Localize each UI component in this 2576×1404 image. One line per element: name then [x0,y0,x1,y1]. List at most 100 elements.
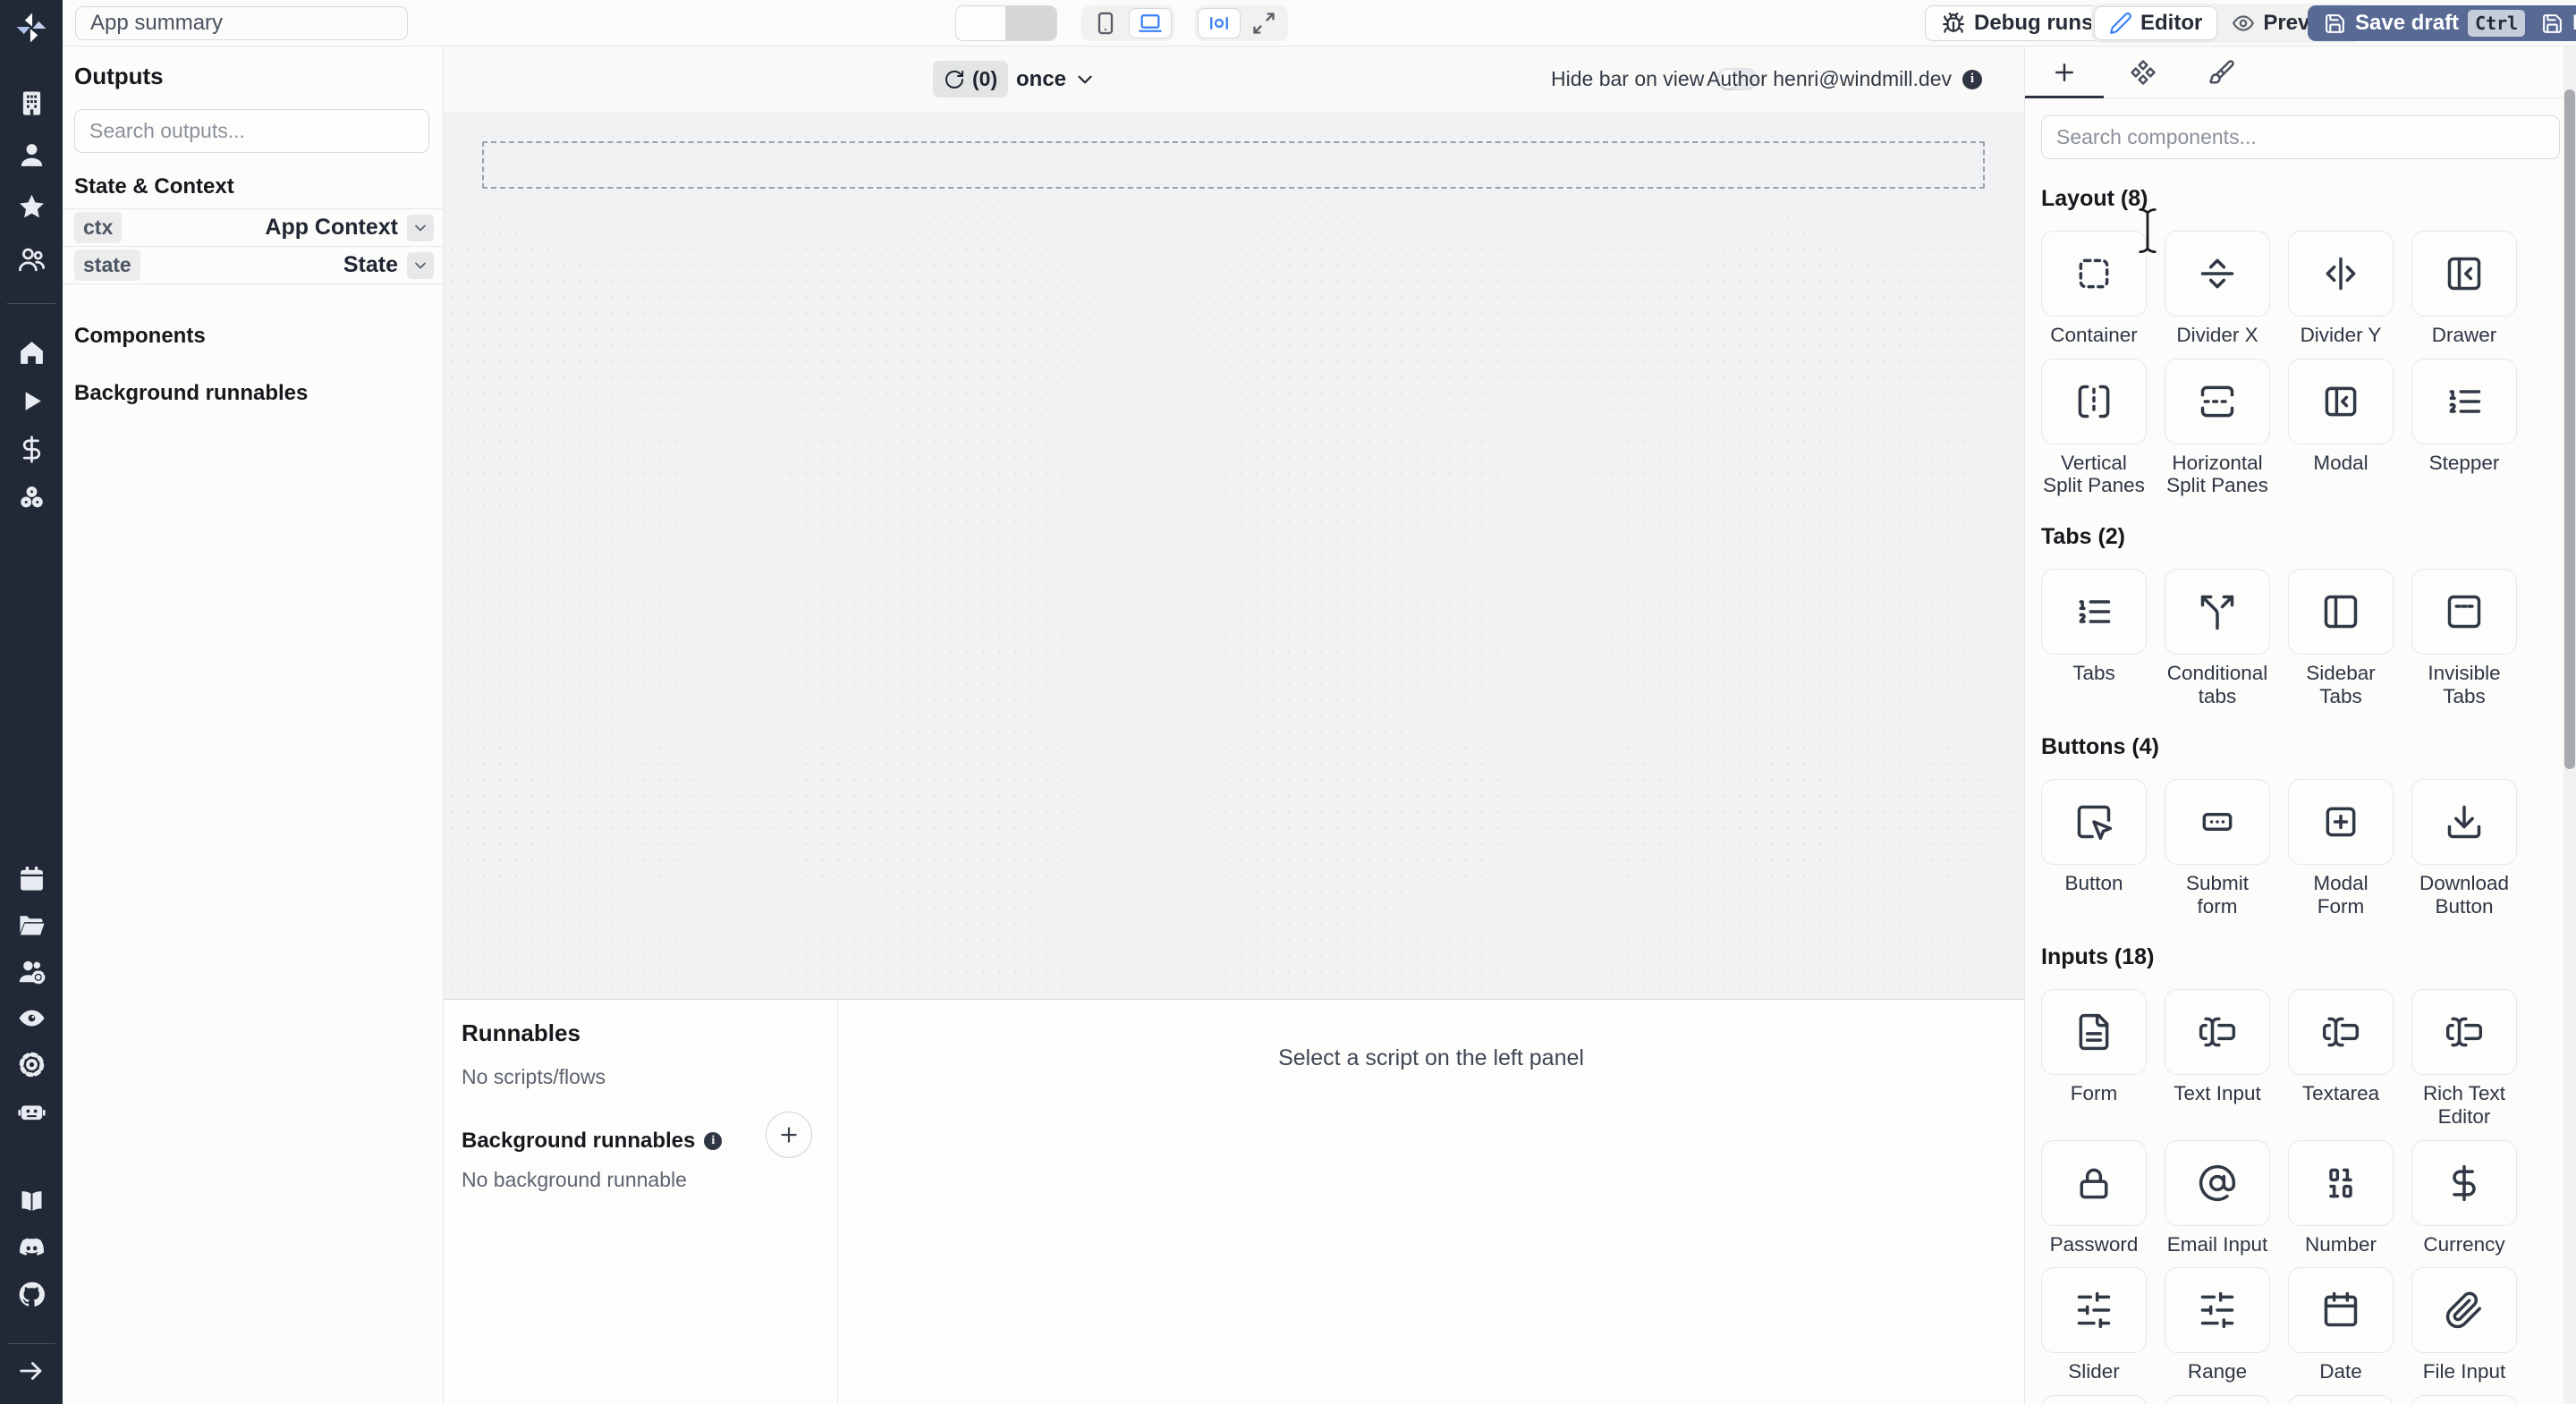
app-summary-input[interactable] [75,6,408,40]
ctx-row[interactable]: ctx App Context [63,209,443,247]
component-card-modal-form[interactable]: Modal Form [2288,779,2394,918]
debug-runs-button[interactable]: Debug runs [1925,5,2111,41]
component-card-button[interactable]: Button [2041,779,2147,918]
info-icon[interactable]: i [704,1132,723,1150]
editor-tab-button[interactable]: Editor [2094,6,2218,40]
sidebar-book-button[interactable] [0,1186,63,1217]
state-expand-button[interactable] [407,251,434,279]
sidebar-users-button[interactable] [0,243,63,275]
sidebar-calendar-button[interactable] [0,863,63,894]
component-card-file-input[interactable]: File Input [2411,1267,2517,1383]
sidebar-folder-button[interactable] [0,909,63,941]
component-card-partial[interactable] [2288,1395,2394,1404]
center-canvas-button[interactable] [1198,8,1241,38]
sidebar-dollar-button[interactable] [0,434,63,465]
sidebar-play-button[interactable] [0,385,63,417]
component-card-container[interactable]: Container [2041,231,2147,347]
author-label: Author henri@windmill.dev [1707,67,1952,90]
windmill-logo-icon[interactable] [0,9,63,47]
sidebar-users-gear-button[interactable] [0,956,63,987]
scrollbar-thumb[interactable] [2564,89,2575,769]
runnables-panel: Runnables No scripts/flows Background ru… [444,999,2024,1404]
sidebar-user-button[interactable] [0,140,63,171]
component-card-invisible-tabs[interactable]: Invisible Tabs [2411,568,2517,707]
desktop-view-button[interactable] [1129,8,1172,38]
sidebar-home-button[interactable] [0,337,63,368]
sidebar-eye-button[interactable] [0,1002,63,1034]
component-card-date[interactable]: Date [2288,1267,2394,1383]
sidebar-discord-button[interactable] [0,1232,63,1264]
component-card-horizontal-split-panes[interactable]: Horizontal Split Panes [2165,358,2270,497]
component-settings-tab[interactable] [2104,47,2182,97]
component-card-rich-text-editor[interactable]: Rich Text Editor [2411,989,2517,1128]
component-card-sidebar-tabs[interactable]: Sidebar Tabs [2288,568,2394,707]
state-row[interactable]: state State [63,247,443,284]
text-cursor-input-icon [2198,1012,2237,1052]
mobile-view-button[interactable] [1084,8,1127,38]
deploy-button[interactable]: Deploy [2525,5,2576,41]
component-card-conditional-tabs[interactable]: Conditional tabs [2165,568,2270,707]
theme-tab[interactable] [2182,47,2261,97]
schedule-dropdown[interactable]: once [1016,61,1097,97]
component-label: File Input [2422,1360,2506,1383]
component-card-currency[interactable]: Currency [2411,1139,2517,1256]
add-background-runnable-button[interactable] [766,1112,812,1158]
component-card-partial[interactable] [2165,1395,2270,1404]
component-card-email-input[interactable]: Email Input [2165,1139,2270,1256]
search-components-input[interactable] [2041,115,2560,159]
state-value: State [343,252,398,277]
component-card-tabs[interactable]: Tabs [2041,568,2147,707]
separator-horizontal-icon [2198,254,2237,293]
sidebar-robot-button[interactable] [0,1095,63,1127]
search-outputs-input[interactable] [74,109,429,153]
laptop-icon [1138,11,1163,36]
component-card-stepper[interactable]: Stepper [2411,358,2517,497]
folder-icon [17,910,47,940]
paperclip-icon [2445,1290,2484,1330]
component-card-textarea[interactable]: Textarea [2288,989,2394,1128]
component-label: Container [2050,324,2138,346]
sidebar-github-button[interactable] [0,1279,63,1310]
no-scripts-text: No scripts/flows [462,1065,606,1088]
component-card-submit-form[interactable]: Submit form [2165,779,2270,918]
component-card-slider[interactable]: Slider [2041,1267,2147,1383]
text-cursor-pointer [2136,207,2159,258]
sidebar-star-button[interactable] [0,191,63,223]
redo-button[interactable] [1006,6,1056,40]
component-card-form[interactable]: Form [2041,989,2147,1128]
component-card-divider-y[interactable]: Divider Y [2288,231,2394,347]
info-icon[interactable]: i [1962,69,1982,89]
app-canvas[interactable] [444,112,2024,999]
undo-button[interactable] [956,6,1006,40]
sliders-icon [2198,1290,2237,1330]
component-card-password[interactable]: Password [2041,1139,2147,1256]
split-branch-icon [2198,592,2237,631]
more-menu-button[interactable] [1885,5,1912,41]
expand-canvas-button[interactable] [1242,8,1285,38]
calendar-icon [17,864,47,893]
component-card-text-input[interactable]: Text Input [2165,989,2270,1128]
sidebar-building-button[interactable] [0,88,63,119]
debug-runs-label: Debug runs [1974,11,2094,35]
component-card-partial[interactable] [2041,1395,2147,1404]
collapse-sidebar-button[interactable] [0,1356,63,1386]
insert-component-tab[interactable] [2025,47,2104,97]
component-grid: Tabs Conditional tabs Sidebar Tabs Invisibl… [2041,568,2560,707]
component-card-download-button[interactable]: Download Button [2411,779,2517,918]
component-card-drawer[interactable]: Drawer [2411,231,2517,347]
ctx-expand-button[interactable] [407,214,434,241]
rail-group-workspace [0,88,63,275]
component-card-vertical-split-panes[interactable]: Vertical Split Panes [2041,358,2147,497]
square-mouse-pointer-icon [2074,802,2114,842]
sidebar-circles-button[interactable] [0,482,63,513]
rail-group-admin [0,863,63,1127]
component-card-partial[interactable] [2411,1395,2517,1404]
component-card-modal[interactable]: Modal [2288,358,2394,497]
component-card-number[interactable]: Number [2288,1139,2394,1256]
component-card-range[interactable]: Range [2165,1267,2270,1383]
canvas-empty-placeholder[interactable] [482,141,1985,189]
panel-top-dashed-icon [2445,592,2484,631]
refresh-count-button[interactable]: (0) [933,61,1009,97]
component-card-divider-x[interactable]: Divider X [2165,231,2270,347]
sidebar-gear-button[interactable] [0,1049,63,1080]
